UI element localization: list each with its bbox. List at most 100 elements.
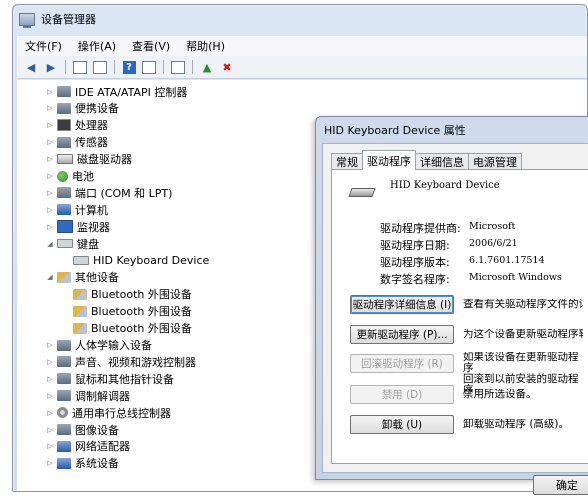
driver-date-value: 2006/6/21 <box>469 238 518 249</box>
tree-category-item[interactable]: ▷ 处理器 <box>45 117 108 134</box>
tree-category-item[interactable]: ▷ 电池 <box>45 168 94 185</box>
dev-device-icon <box>57 373 71 385</box>
show-hide-icon[interactable] <box>72 60 88 75</box>
tree-device-item[interactable]: Bluetooth 外围设备 <box>61 320 192 337</box>
update-driver-button[interactable]: 更新驱动程序 (P)... <box>350 325 454 344</box>
tree-device-item[interactable]: HID Keyboard Device <box>61 252 209 269</box>
expand-closed-icon[interactable]: ▷ <box>45 426 55 434</box>
tree-item-label: HID Keyboard Device <box>93 254 210 267</box>
pc-device-icon <box>57 204 71 216</box>
expand-closed-icon[interactable]: ▷ <box>45 121 55 129</box>
dev-device-icon <box>57 390 71 402</box>
tree-item-label: 鼠标和其他指针设备 <box>75 372 174 386</box>
properties-icon[interactable] <box>92 60 108 75</box>
expand-closed-icon[interactable]: ▷ <box>45 409 55 417</box>
tree-category-item[interactable]: ▷ 网络适配器 <box>45 438 130 455</box>
menu-bar: 文件(F) 操作(A) 查看(V) 帮助(H) <box>17 35 587 56</box>
expand-closed-icon[interactable]: ▷ <box>45 392 55 400</box>
expand-closed-icon[interactable]: ▷ <box>45 172 55 180</box>
dev-device-icon <box>57 187 71 199</box>
expand-closed-icon[interactable]: ▷ <box>45 104 55 112</box>
tree-category-item[interactable]: ▷ IDE ATA/ATAPI 控制器 <box>45 83 187 100</box>
expand-closed-icon[interactable]: ▷ <box>45 442 55 450</box>
tree-item-label: IDE ATA/ATAPI 控制器 <box>75 85 188 99</box>
tree-category-item[interactable]: ▷ 系统设备 <box>45 455 119 472</box>
menu-file[interactable]: 文件(F) <box>17 38 70 54</box>
dev-device-icon <box>57 339 71 351</box>
digital-signer-value: Microsoft Windows <box>469 272 562 283</box>
expand-closed-icon[interactable]: ▷ <box>45 189 55 197</box>
gear-device-icon <box>57 407 68 419</box>
expand-closed-icon[interactable]: ▷ <box>45 459 55 467</box>
tree-item-label: 调制解调器 <box>75 389 130 403</box>
tab-power-management[interactable]: 电源管理 <box>468 153 522 170</box>
toolbar-separator <box>114 60 115 74</box>
tree-category-item[interactable]: ▷ 传感器 <box>45 134 108 151</box>
tree-item-label: Bluetooth 外围设备 <box>91 322 192 336</box>
tree-item-label: 人体学输入设备 <box>75 339 152 352</box>
tree-category-item[interactable]: ▷ 端口 (COM 和 LPT) <box>45 184 172 201</box>
warn-device-icon <box>73 322 87 334</box>
uninstall-icon[interactable]: ✖ <box>219 60 235 75</box>
expand-closed-icon[interactable]: ▷ <box>45 341 55 349</box>
tree-category-item[interactable]: ▷ 便携设备 <box>45 100 119 117</box>
mon-device-icon <box>57 220 73 234</box>
help-icon[interactable]: ? <box>121 60 137 75</box>
tree-category-item[interactable]: ▷ 图像设备 <box>45 421 119 438</box>
tree-item-label: 网络适配器 <box>75 440 130 454</box>
uninstall-button[interactable]: 卸载 (U) <box>350 415 454 434</box>
back-arrow-icon[interactable]: ◀ <box>23 60 39 75</box>
pc-device-icon <box>57 457 71 469</box>
tree-category-item[interactable]: ◢ 键盘 <box>45 235 99 252</box>
tree-category-item[interactable]: ▷ 调制解调器 <box>45 387 130 404</box>
chip-device-icon <box>57 119 71 132</box>
expand-open-icon[interactable]: ◢ <box>45 273 55 281</box>
tab-details[interactable]: 详细信息 <box>415 153 469 170</box>
tree-item-label: 处理器 <box>75 119 108 133</box>
tree-item-label: Bluetooth 外围设备 <box>91 305 192 319</box>
view-icon[interactable] <box>141 60 157 75</box>
update-driver-icon[interactable]: ▲ <box>199 60 215 75</box>
tree-device-item[interactable]: Bluetooth 外围设备 <box>61 303 192 320</box>
dialog-title[interactable]: HID Keyboard Device 属性 <box>316 117 588 143</box>
menu-action[interactable]: 操作(A) <box>70 38 124 54</box>
expand-closed-icon[interactable]: ▷ <box>45 223 55 231</box>
tab-general[interactable]: 常规 <box>331 153 363 170</box>
tree-category-item[interactable]: ▷ 磁盘驱动器 <box>45 151 132 168</box>
menu-view[interactable]: 查看(V) <box>124 38 178 54</box>
dev-device-icon <box>57 86 71 97</box>
window-title: 设备管理器 <box>41 13 96 26</box>
tree-category-item[interactable]: ▷ 监视器 <box>45 218 110 235</box>
green-device-icon <box>57 170 68 182</box>
expand-closed-icon[interactable]: ▷ <box>45 206 55 214</box>
tree-item-label: 图像设备 <box>75 423 119 437</box>
dev-device-icon <box>57 424 71 435</box>
expand-open-icon[interactable]: ◢ <box>45 240 55 248</box>
warn-device-icon <box>73 288 87 300</box>
expand-closed-icon[interactable]: ▷ <box>45 88 55 96</box>
menu-help[interactable]: 帮助(H) <box>178 38 233 54</box>
disk-device-icon <box>57 154 73 165</box>
disable-button[interactable]: 禁用 (D) <box>350 385 454 404</box>
driver-tab-panel: HID Keyboard Device 驱动程序提供商: Microsoft 驱… <box>331 169 588 464</box>
tree-category-item[interactable]: ◢ 其他设备 <box>45 269 119 286</box>
tree-category-item[interactable]: ▷ 计算机 <box>45 201 108 218</box>
tree-category-item[interactable]: ▷ 鼠标和其他指针设备 <box>45 370 174 387</box>
tab-driver[interactable]: 驱动程序 <box>362 150 416 170</box>
scan-hardware-icon[interactable] <box>170 60 186 75</box>
device-manager-icon <box>19 12 35 28</box>
tree-category-item[interactable]: ▷ 通用串行总线控制器 <box>45 404 171 421</box>
tree-device-item[interactable]: Bluetooth 外围设备 <box>61 286 192 303</box>
title-bar[interactable]: 设备管理器 <box>13 5 587 33</box>
forward-arrow-icon[interactable]: ▶ <box>43 60 59 75</box>
expand-closed-icon[interactable]: ▷ <box>45 375 55 383</box>
tree-category-item[interactable]: ▷ 人体学输入设备 <box>45 337 152 354</box>
driver-details-button[interactable]: 驱动程序详细信息 (I) <box>350 295 454 314</box>
expand-closed-icon[interactable]: ▷ <box>45 155 55 163</box>
expand-closed-icon[interactable]: ▷ <box>45 138 55 146</box>
ok-button[interactable]: 确定 <box>533 475 588 495</box>
tree-category-item[interactable]: ▷ 声音、视频和游戏控制器 <box>45 353 196 370</box>
expand-closed-icon[interactable]: ▷ <box>45 358 55 366</box>
rollback-driver-button[interactable]: 回滚驱动程序 (R) <box>350 354 454 373</box>
toolbar: ◀ ▶ ? ▲ ✖ <box>17 56 587 79</box>
